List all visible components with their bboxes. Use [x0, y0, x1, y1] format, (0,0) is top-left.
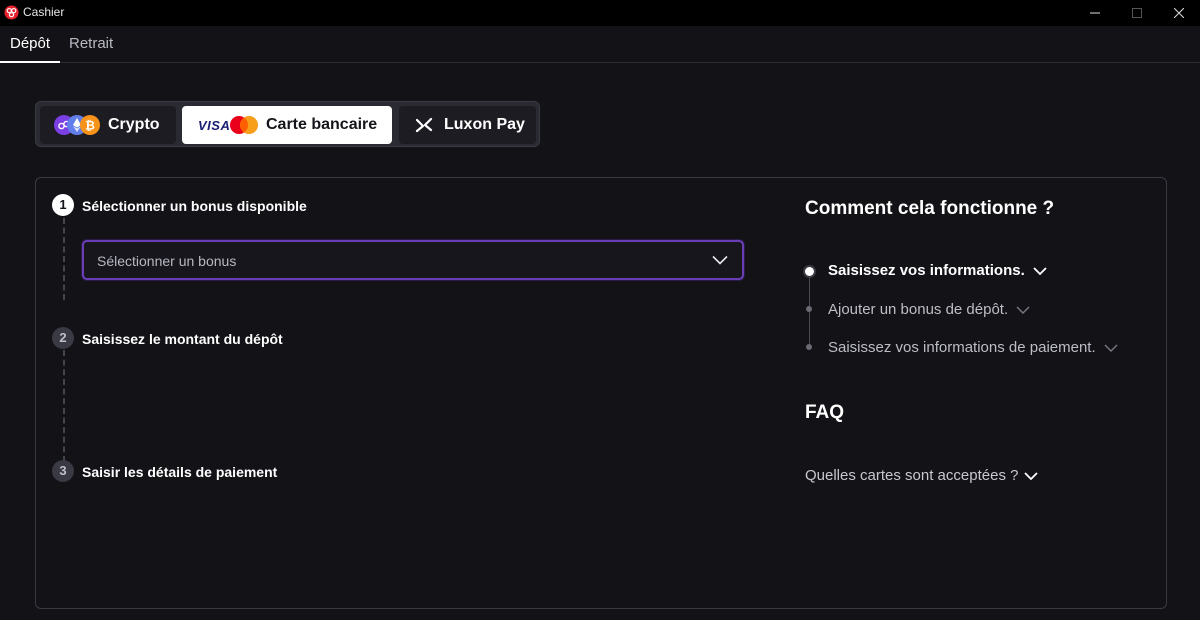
- method-card-label: Carte bancaire: [266, 116, 378, 133]
- step-1-number: 1: [52, 194, 74, 216]
- bonus-select-dropdown[interactable]: Sélectionner un bonus: [82, 240, 744, 280]
- maximize-button[interactable]: [1114, 0, 1160, 26]
- timeline-dot: [806, 344, 812, 350]
- app-logo-icon: [4, 5, 19, 20]
- minimize-icon: [1090, 12, 1100, 14]
- window-titlebar: Cashier: [0, 0, 1200, 26]
- chevron-down-icon: [1104, 344, 1118, 352]
- close-icon: [1174, 8, 1184, 18]
- luxon-pay-icon: [415, 117, 433, 133]
- faq-question-label: Quelles cartes sont acceptées ?: [805, 467, 1019, 484]
- how-item-label: Saisissez vos informations de paiement.: [828, 339, 1096, 356]
- step-2-number: 2: [52, 327, 74, 349]
- minimize-button[interactable]: [1072, 0, 1118, 26]
- bitcoin-icon: ₿: [80, 115, 100, 135]
- how-item-label: Saisissez vos informations.: [828, 262, 1025, 279]
- tab-retrait[interactable]: Retrait: [69, 26, 113, 62]
- tab-depot[interactable]: Dépôt: [0, 26, 60, 63]
- step-3-label: Saisir les détails de paiement: [82, 464, 278, 480]
- method-crypto-button[interactable]: ₿ Crypto: [40, 106, 176, 144]
- step-connector: [63, 350, 65, 462]
- method-luxon-button[interactable]: Luxon Pay: [399, 106, 536, 144]
- window-title: Cashier: [23, 5, 65, 19]
- chevron-down-icon: [712, 255, 728, 265]
- step-3-number: 3: [52, 460, 74, 482]
- step-2-label: Saisissez le montant du dépôt: [82, 331, 283, 347]
- method-card-button[interactable]: VISA Carte bancaire: [182, 106, 392, 144]
- method-crypto-label: Crypto: [108, 116, 160, 133]
- step-connector: [63, 218, 65, 300]
- deposit-panel: 1 Sélectionner un bonus disponible Sélec…: [35, 177, 1167, 609]
- payment-method-switcher: ₿ Crypto VISA Carte bancaire Luxon Pay: [35, 101, 540, 147]
- how-it-works-title: Comment cela fonctionne ?: [805, 198, 1055, 219]
- maximize-icon: [1132, 8, 1142, 18]
- method-luxon-label: Luxon Pay: [444, 116, 525, 133]
- close-button[interactable]: [1156, 0, 1200, 26]
- chevron-down-icon: [1033, 266, 1047, 275]
- chevron-down-icon: [1016, 306, 1030, 314]
- faq-title: FAQ: [805, 402, 845, 423]
- how-item-bonus[interactable]: Ajouter un bonus de dépôt.: [828, 301, 1031, 318]
- how-item-informations[interactable]: Saisissez vos informations.: [828, 262, 1048, 279]
- cashier-tabs: Dépôt Retrait: [0, 26, 1200, 63]
- faq-question-cartes[interactable]: Quelles cartes sont acceptées ?: [805, 467, 1039, 484]
- mastercard-icon: [230, 116, 258, 134]
- how-item-paiement[interactable]: Saisissez vos informations de paiement.: [828, 339, 1119, 356]
- chevron-down-icon: [1024, 471, 1039, 480]
- svg-text:₿: ₿: [85, 119, 95, 133]
- step-1-label: Sélectionner un bonus disponible: [82, 198, 307, 214]
- timeline-dot-active: [803, 265, 816, 278]
- timeline-dot: [806, 306, 812, 312]
- bonus-select-placeholder: Sélectionner un bonus: [97, 253, 237, 269]
- visa-logo: VISA: [198, 118, 231, 133]
- how-item-label: Ajouter un bonus de dépôt.: [828, 301, 1009, 318]
